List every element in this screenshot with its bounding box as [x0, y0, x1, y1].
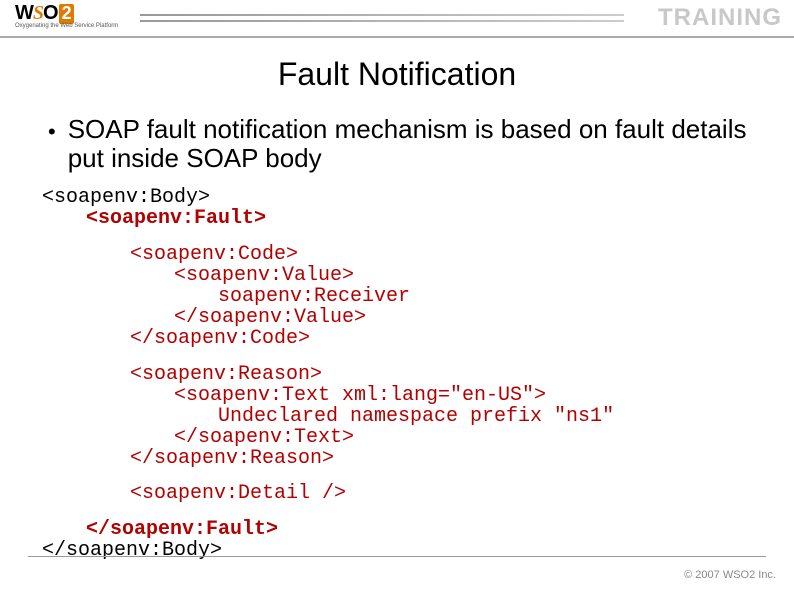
code-line: </soapenv:Fault> [42, 519, 756, 540]
logo-letter-s: S [33, 2, 43, 24]
code-line: <soapenv:Fault> [42, 208, 756, 229]
code-line: soapenv:Receiver [42, 286, 756, 307]
copyright-text: © 2007 WSO2 Inc. [684, 569, 776, 581]
logo-letter-o: O [43, 2, 58, 24]
slide-content: • SOAP fault notification mechanism is b… [0, 93, 794, 561]
training-label: TRAINING [658, 4, 782, 32]
code-line: </soapenv:Text> [42, 427, 756, 448]
code-line: <soapenv:Body> [42, 187, 756, 208]
code-line: <soapenv:Value> [42, 265, 756, 286]
code-line: <soapenv:Text xml:lang="en-US"> [42, 385, 756, 406]
bullet-dot-icon: • [48, 121, 56, 143]
code-block: <soapenv:Body> <soapenv:Fault> <soapenv:… [42, 187, 756, 561]
code-line: </soapenv:Code> [42, 328, 756, 349]
logo-tagline: Oxygenating the Web Service Platform [15, 23, 118, 29]
bullet-item: • SOAP fault notification mechanism is b… [48, 115, 756, 173]
slide-title: Fault Notification [0, 56, 794, 93]
logo-digit-2: 2 [59, 4, 74, 24]
wso2-logo: WSO2 Oxygenating the Web Service Platfor… [15, 2, 118, 29]
code-line: <soapenv:Code> [42, 244, 756, 265]
logo-letter-w: W [15, 2, 33, 24]
footer-divider [28, 556, 766, 557]
code-line: </soapenv:Reason> [42, 448, 756, 469]
slide-header: WSO2 Oxygenating the Web Service Platfor… [0, 0, 794, 38]
code-line: <soapenv:Reason> [42, 364, 756, 385]
code-line: </soapenv:Value> [42, 307, 756, 328]
code-line: Undeclared namespace prefix "ns1" [42, 406, 756, 427]
code-line: <soapenv:Detail /> [42, 483, 756, 504]
header-rule-lines [140, 14, 624, 24]
bullet-text: SOAP fault notification mechanism is bas… [68, 115, 756, 173]
code-line: </soapenv:Body> [42, 540, 756, 561]
